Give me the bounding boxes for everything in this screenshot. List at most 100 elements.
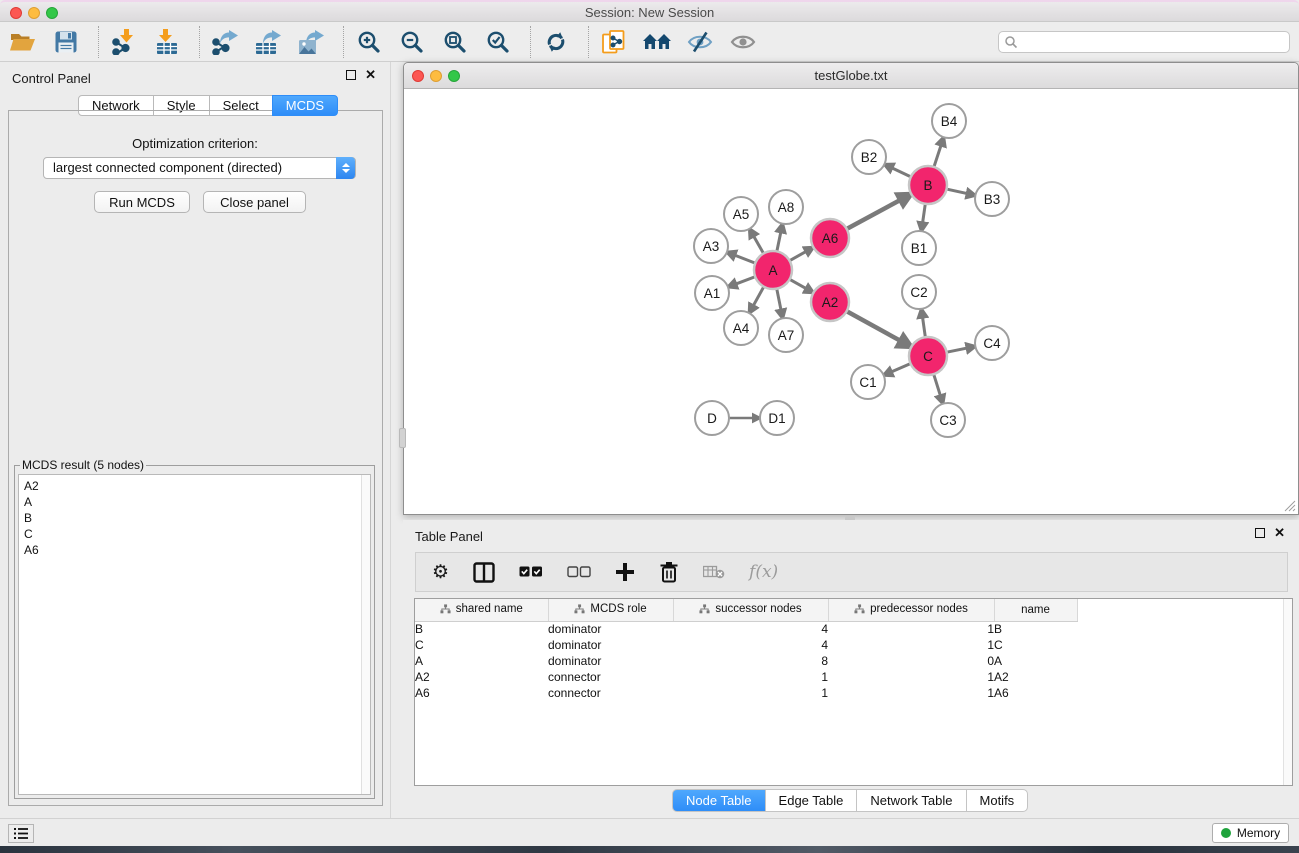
graph-edge[interactable] xyxy=(844,199,903,231)
hide-selected-icon[interactable] xyxy=(685,25,715,59)
result-item[interactable]: C xyxy=(24,526,370,542)
column-header-successor-nodes[interactable]: successor nodes xyxy=(673,599,828,621)
search-icon xyxy=(1004,35,1018,54)
table-cell-successor[interactable]: 4 xyxy=(673,637,828,653)
tab-network-table[interactable]: Network Table xyxy=(856,789,966,812)
list-icon xyxy=(14,827,29,840)
hierarchy-icon xyxy=(574,604,585,614)
column-header-mcds-role[interactable]: MCDS role xyxy=(548,599,673,621)
table-cell-shared_name[interactable]: A xyxy=(415,653,548,669)
select-all-columns-icon[interactable] xyxy=(519,566,543,578)
graph-node-label: A5 xyxy=(733,207,750,222)
table-scrollbar[interactable] xyxy=(1283,599,1292,785)
table-row[interactable]: Adominator80A xyxy=(415,653,1077,669)
table-cell-successor[interactable]: 1 xyxy=(673,685,828,701)
import-network-icon[interactable] xyxy=(109,25,139,59)
zoom-out-icon[interactable] xyxy=(397,25,427,59)
import-table-icon[interactable] xyxy=(152,25,182,59)
table-row[interactable]: A6connector11A6 xyxy=(415,685,1077,701)
table-row[interactable]: Cdominator41C xyxy=(415,637,1077,653)
task-history-button[interactable] xyxy=(8,824,34,843)
unselect-all-columns-icon[interactable] xyxy=(567,566,591,578)
table-cell-name[interactable]: C xyxy=(994,637,1077,653)
network-canvas[interactable]: AA6A2BCA1A3A4A5A7A8B1B2B3B4C1C2C3C4DD1 xyxy=(404,89,1298,514)
table-cell-mcds_role[interactable]: dominator xyxy=(548,653,673,669)
table-cell-predecessor[interactable]: 0 xyxy=(828,653,994,669)
table-cell-predecessor[interactable]: 1 xyxy=(828,621,994,637)
result-scrollbar[interactable] xyxy=(361,475,370,794)
table-cell-successor[interactable]: 4 xyxy=(673,621,828,637)
desktop-background xyxy=(0,846,1299,853)
export-table-icon[interactable] xyxy=(253,25,283,59)
column-header-predecessor-nodes[interactable]: predecessor nodes xyxy=(828,599,994,621)
run-mcds-button[interactable]: Run MCDS xyxy=(94,191,190,213)
zoom-fit-icon[interactable] xyxy=(440,25,470,59)
close-table-panel-icon[interactable]: ✕ xyxy=(1274,528,1285,538)
table-cell-shared_name[interactable]: B xyxy=(415,621,548,637)
table-settings-gear-icon[interactable]: ⚙ xyxy=(432,561,449,584)
table-cell-shared_name[interactable]: C xyxy=(415,637,548,653)
float-panel-icon[interactable] xyxy=(346,70,356,80)
show-columns-icon[interactable] xyxy=(473,562,495,583)
result-item[interactable]: B xyxy=(24,510,370,526)
new-network-from-selection-icon[interactable] xyxy=(599,25,629,59)
optimization-criterion-label: Optimization criterion: xyxy=(0,136,390,151)
graph-node-label: A1 xyxy=(704,286,721,301)
tab-mcds[interactable]: MCDS xyxy=(272,95,338,116)
graph-node-label: B1 xyxy=(911,241,928,256)
table-cell-shared_name[interactable]: A2 xyxy=(415,669,548,685)
memory-button[interactable]: Memory xyxy=(1212,823,1289,843)
table-cell-shared_name[interactable]: A6 xyxy=(415,685,548,701)
table-cell-successor[interactable]: 8 xyxy=(673,653,828,669)
graph-node-label: A8 xyxy=(778,200,795,215)
tab-edge-table[interactable]: Edge Table xyxy=(765,789,858,812)
refresh-icon[interactable] xyxy=(541,25,571,59)
result-item[interactable]: A xyxy=(24,494,370,510)
tab-motifs[interactable]: Motifs xyxy=(966,789,1029,812)
column-header-name[interactable]: name xyxy=(994,599,1077,621)
export-image-icon[interactable] xyxy=(296,25,326,59)
table-cell-name[interactable]: A xyxy=(994,653,1077,669)
window-resize-grip[interactable] xyxy=(1283,499,1296,512)
mcds-result-list[interactable]: A2ABCA6 xyxy=(18,474,371,795)
close-panel-button[interactable]: Close panel xyxy=(203,191,306,213)
table-cell-name[interactable]: A6 xyxy=(994,685,1077,701)
show-all-icon[interactable] xyxy=(728,25,758,59)
table-cell-successor[interactable]: 1 xyxy=(673,669,828,685)
table-cell-predecessor[interactable]: 1 xyxy=(828,685,994,701)
delete-column-icon[interactable] xyxy=(659,561,679,583)
open-session-icon[interactable] xyxy=(8,25,38,59)
save-session-icon[interactable] xyxy=(51,25,81,59)
close-panel-icon[interactable]: ✕ xyxy=(365,70,376,80)
table-cell-mcds_role[interactable]: dominator xyxy=(548,637,673,653)
table-cell-mcds_role[interactable]: connector xyxy=(548,685,673,701)
table-cell-predecessor[interactable]: 1 xyxy=(828,669,994,685)
column-header-shared-name[interactable]: shared name xyxy=(415,599,548,621)
graph-edge[interactable] xyxy=(844,310,903,342)
table-cell-mcds_role[interactable]: dominator xyxy=(548,621,673,637)
float-table-panel-icon[interactable] xyxy=(1255,528,1265,538)
create-column-icon[interactable] xyxy=(615,562,635,582)
dropdown-stepper-icon[interactable] xyxy=(336,157,355,179)
table-row[interactable]: A2connector11A2 xyxy=(415,669,1077,685)
zoom-selected-icon[interactable] xyxy=(483,25,513,59)
tab-node-table[interactable]: Node Table xyxy=(672,789,766,812)
panel-divider-handle[interactable] xyxy=(399,428,406,448)
search-input[interactable] xyxy=(998,31,1290,53)
table-panel: Table Panel ✕ ⚙ xyxy=(403,520,1299,818)
result-item[interactable]: A2 xyxy=(24,478,370,494)
criterion-dropdown[interactable]: largest connected component (directed) xyxy=(43,157,356,179)
export-network-icon[interactable] xyxy=(210,25,240,59)
zoom-in-icon[interactable] xyxy=(354,25,384,59)
table-cell-name[interactable]: A2 xyxy=(994,669,1077,685)
first-neighbors-icon[interactable] xyxy=(642,25,672,59)
table-cell-predecessor[interactable]: 1 xyxy=(828,637,994,653)
graph-node-label: B2 xyxy=(861,150,878,165)
table-cell-name[interactable]: B xyxy=(994,621,1077,637)
graph-node-label: B xyxy=(923,178,932,193)
network-window-titlebar[interactable]: testGlobe.txt xyxy=(404,63,1298,89)
table-row[interactable]: Bdominator41B xyxy=(415,621,1077,637)
result-item[interactable]: A6 xyxy=(24,542,370,558)
delete-table-icon xyxy=(703,565,725,579)
table-cell-mcds_role[interactable]: connector xyxy=(548,669,673,685)
